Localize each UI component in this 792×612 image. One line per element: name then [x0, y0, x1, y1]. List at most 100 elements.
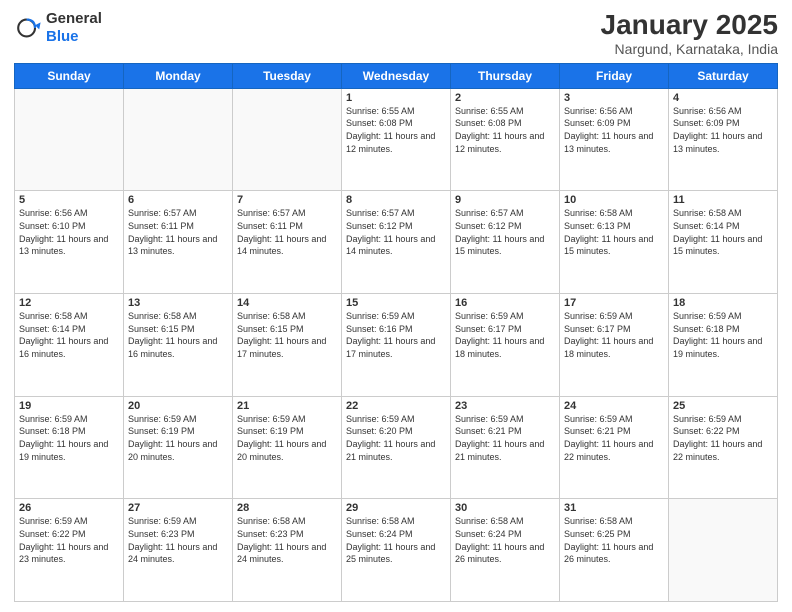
day-info: Sunrise: 6:59 AM Sunset: 6:16 PM Dayligh…	[346, 310, 446, 360]
day-number: 31	[564, 502, 664, 514]
day-info: Sunrise: 6:59 AM Sunset: 6:19 PM Dayligh…	[237, 413, 337, 463]
day-info: Sunrise: 6:58 AM Sunset: 6:23 PM Dayligh…	[237, 515, 337, 565]
day-number: 10	[564, 194, 664, 206]
day-info: Sunrise: 6:58 AM Sunset: 6:24 PM Dayligh…	[346, 515, 446, 565]
calendar-cell: 17Sunrise: 6:59 AM Sunset: 6:17 PM Dayli…	[560, 294, 669, 397]
day-info: Sunrise: 6:57 AM Sunset: 6:12 PM Dayligh…	[346, 207, 446, 257]
day-number: 13	[128, 297, 228, 309]
calendar-cell	[124, 88, 233, 191]
calendar-cell: 11Sunrise: 6:58 AM Sunset: 6:14 PM Dayli…	[669, 191, 778, 294]
calendar-header-wednesday: Wednesday	[342, 63, 451, 88]
calendar-cell: 29Sunrise: 6:58 AM Sunset: 6:24 PM Dayli…	[342, 499, 451, 602]
calendar-cell: 25Sunrise: 6:59 AM Sunset: 6:22 PM Dayli…	[669, 396, 778, 499]
day-number: 15	[346, 297, 446, 309]
calendar-cell	[669, 499, 778, 602]
calendar-header-saturday: Saturday	[669, 63, 778, 88]
calendar-cell: 12Sunrise: 6:58 AM Sunset: 6:14 PM Dayli…	[15, 294, 124, 397]
day-number: 17	[564, 297, 664, 309]
calendar-cell: 21Sunrise: 6:59 AM Sunset: 6:19 PM Dayli…	[233, 396, 342, 499]
day-number: 9	[455, 194, 555, 206]
page-title: January 2025	[601, 10, 778, 41]
logo-icon	[14, 14, 42, 42]
day-number: 8	[346, 194, 446, 206]
week-row-3: 12Sunrise: 6:58 AM Sunset: 6:14 PM Dayli…	[15, 294, 778, 397]
day-info: Sunrise: 6:59 AM Sunset: 6:18 PM Dayligh…	[19, 413, 119, 463]
day-number: 7	[237, 194, 337, 206]
day-info: Sunrise: 6:59 AM Sunset: 6:19 PM Dayligh…	[128, 413, 228, 463]
day-info: Sunrise: 6:56 AM Sunset: 6:09 PM Dayligh…	[564, 105, 664, 155]
calendar-header-sunday: Sunday	[15, 63, 124, 88]
day-number: 19	[19, 400, 119, 412]
calendar-header-thursday: Thursday	[451, 63, 560, 88]
day-number: 26	[19, 502, 119, 514]
logo-text: General Blue	[46, 10, 102, 46]
calendar-cell: 26Sunrise: 6:59 AM Sunset: 6:22 PM Dayli…	[15, 499, 124, 602]
calendar-cell: 6Sunrise: 6:57 AM Sunset: 6:11 PM Daylig…	[124, 191, 233, 294]
day-info: Sunrise: 6:59 AM Sunset: 6:23 PM Dayligh…	[128, 515, 228, 565]
day-number: 18	[673, 297, 773, 309]
calendar-cell: 14Sunrise: 6:58 AM Sunset: 6:15 PM Dayli…	[233, 294, 342, 397]
day-info: Sunrise: 6:58 AM Sunset: 6:15 PM Dayligh…	[237, 310, 337, 360]
day-number: 23	[455, 400, 555, 412]
calendar-cell: 27Sunrise: 6:59 AM Sunset: 6:23 PM Dayli…	[124, 499, 233, 602]
week-row-1: 1Sunrise: 6:55 AM Sunset: 6:08 PM Daylig…	[15, 88, 778, 191]
calendar-cell: 30Sunrise: 6:58 AM Sunset: 6:24 PM Dayli…	[451, 499, 560, 602]
day-info: Sunrise: 6:59 AM Sunset: 6:17 PM Dayligh…	[455, 310, 555, 360]
day-number: 4	[673, 92, 773, 104]
day-info: Sunrise: 6:59 AM Sunset: 6:22 PM Dayligh…	[673, 413, 773, 463]
day-number: 24	[564, 400, 664, 412]
day-number: 2	[455, 92, 555, 104]
calendar-cell: 31Sunrise: 6:58 AM Sunset: 6:25 PM Dayli…	[560, 499, 669, 602]
day-info: Sunrise: 6:59 AM Sunset: 6:21 PM Dayligh…	[455, 413, 555, 463]
calendar-cell: 28Sunrise: 6:58 AM Sunset: 6:23 PM Dayli…	[233, 499, 342, 602]
calendar-cell: 20Sunrise: 6:59 AM Sunset: 6:19 PM Dayli…	[124, 396, 233, 499]
day-number: 22	[346, 400, 446, 412]
calendar-cell: 24Sunrise: 6:59 AM Sunset: 6:21 PM Dayli…	[560, 396, 669, 499]
day-number: 27	[128, 502, 228, 514]
day-info: Sunrise: 6:59 AM Sunset: 6:22 PM Dayligh…	[19, 515, 119, 565]
day-info: Sunrise: 6:55 AM Sunset: 6:08 PM Dayligh…	[346, 105, 446, 155]
day-number: 6	[128, 194, 228, 206]
calendar-cell: 23Sunrise: 6:59 AM Sunset: 6:21 PM Dayli…	[451, 396, 560, 499]
day-number: 11	[673, 194, 773, 206]
header: General Blue January 2025 Nargund, Karna…	[14, 10, 778, 57]
calendar-cell: 9Sunrise: 6:57 AM Sunset: 6:12 PM Daylig…	[451, 191, 560, 294]
day-info: Sunrise: 6:57 AM Sunset: 6:11 PM Dayligh…	[128, 207, 228, 257]
day-info: Sunrise: 6:58 AM Sunset: 6:14 PM Dayligh…	[673, 207, 773, 257]
calendar-cell	[15, 88, 124, 191]
week-row-2: 5Sunrise: 6:56 AM Sunset: 6:10 PM Daylig…	[15, 191, 778, 294]
page-subtitle: Nargund, Karnataka, India	[601, 41, 778, 57]
calendar-cell: 2Sunrise: 6:55 AM Sunset: 6:08 PM Daylig…	[451, 88, 560, 191]
day-number: 28	[237, 502, 337, 514]
calendar-cell	[233, 88, 342, 191]
day-info: Sunrise: 6:57 AM Sunset: 6:11 PM Dayligh…	[237, 207, 337, 257]
day-info: Sunrise: 6:58 AM Sunset: 6:25 PM Dayligh…	[564, 515, 664, 565]
calendar-cell: 22Sunrise: 6:59 AM Sunset: 6:20 PM Dayli…	[342, 396, 451, 499]
logo: General Blue	[14, 10, 102, 46]
page: General Blue January 2025 Nargund, Karna…	[0, 0, 792, 612]
day-info: Sunrise: 6:56 AM Sunset: 6:09 PM Dayligh…	[673, 105, 773, 155]
day-number: 25	[673, 400, 773, 412]
calendar-cell: 3Sunrise: 6:56 AM Sunset: 6:09 PM Daylig…	[560, 88, 669, 191]
calendar-cell: 19Sunrise: 6:59 AM Sunset: 6:18 PM Dayli…	[15, 396, 124, 499]
week-row-4: 19Sunrise: 6:59 AM Sunset: 6:18 PM Dayli…	[15, 396, 778, 499]
day-number: 5	[19, 194, 119, 206]
day-number: 29	[346, 502, 446, 514]
day-info: Sunrise: 6:58 AM Sunset: 6:15 PM Dayligh…	[128, 310, 228, 360]
day-number: 12	[19, 297, 119, 309]
day-info: Sunrise: 6:59 AM Sunset: 6:17 PM Dayligh…	[564, 310, 664, 360]
day-info: Sunrise: 6:58 AM Sunset: 6:13 PM Dayligh…	[564, 207, 664, 257]
day-number: 30	[455, 502, 555, 514]
day-info: Sunrise: 6:58 AM Sunset: 6:14 PM Dayligh…	[19, 310, 119, 360]
day-info: Sunrise: 6:59 AM Sunset: 6:21 PM Dayligh…	[564, 413, 664, 463]
day-info: Sunrise: 6:59 AM Sunset: 6:20 PM Dayligh…	[346, 413, 446, 463]
calendar-table: SundayMondayTuesdayWednesdayThursdayFrid…	[14, 63, 778, 602]
calendar-cell: 5Sunrise: 6:56 AM Sunset: 6:10 PM Daylig…	[15, 191, 124, 294]
calendar-cell: 13Sunrise: 6:58 AM Sunset: 6:15 PM Dayli…	[124, 294, 233, 397]
day-number: 21	[237, 400, 337, 412]
week-row-5: 26Sunrise: 6:59 AM Sunset: 6:22 PM Dayli…	[15, 499, 778, 602]
day-info: Sunrise: 6:56 AM Sunset: 6:10 PM Dayligh…	[19, 207, 119, 257]
calendar-header-row: SundayMondayTuesdayWednesdayThursdayFrid…	[15, 63, 778, 88]
calendar-header-friday: Friday	[560, 63, 669, 88]
calendar-cell: 7Sunrise: 6:57 AM Sunset: 6:11 PM Daylig…	[233, 191, 342, 294]
